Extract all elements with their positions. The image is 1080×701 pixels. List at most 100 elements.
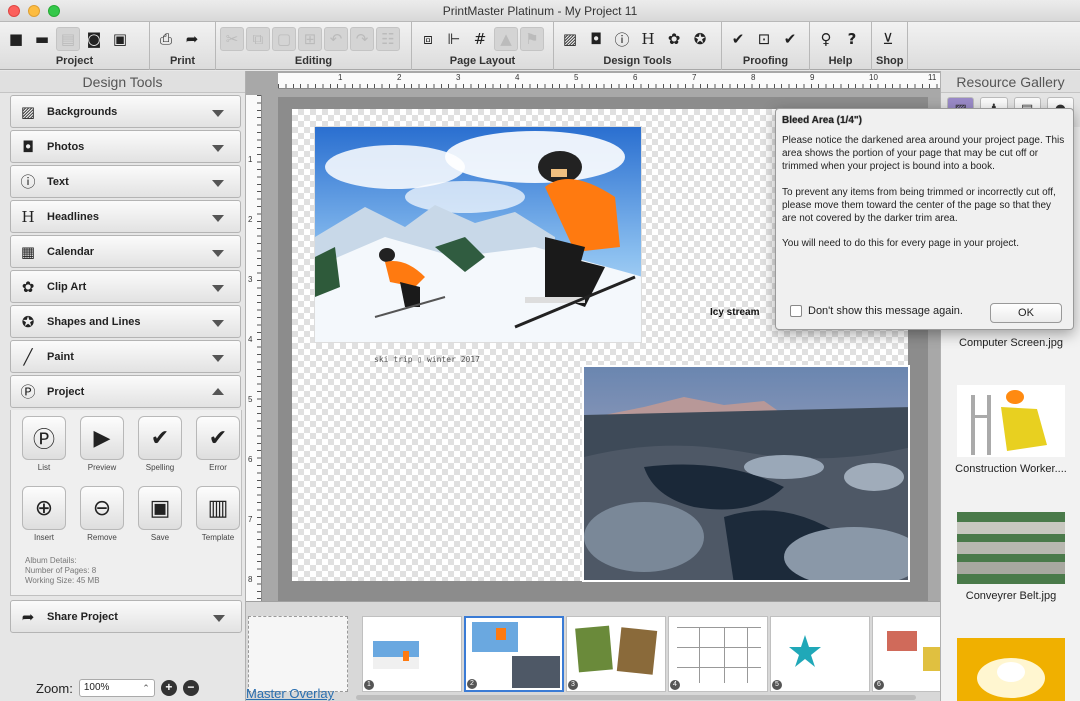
gallery-thumb-food [957,638,1065,701]
section-calendar[interactable]: ▦ Calendar [10,235,241,268]
align-icon[interactable]: ▲ [494,27,518,51]
preview-button[interactable]: ▶ Preview [79,416,125,472]
new-page-icon[interactable]: ■ [4,27,28,51]
section-share-project[interactable]: ➦ Share Project [10,600,242,633]
zoom-window-button[interactable] [48,5,60,17]
copy-icon[interactable]: ⧉ [246,27,270,51]
headline-icon: H [21,207,35,226]
lightbulb-icon[interactable]: ♀ [814,27,838,51]
section-shapes-and-lines[interactable]: ✪ Shapes and Lines [10,305,241,338]
page-thumb-selected[interactable]: 2 [464,616,564,692]
gallery-item[interactable]: Computer Screen.jpg [949,337,1073,349]
document-icon[interactable]: ▣ [108,27,132,51]
printer-icon[interactable]: ⎙ [154,27,178,51]
photo-caption-stream[interactable]: Icy stream [710,307,759,318]
toolbar-label-proofing: Proofing [742,55,789,67]
text-frame-icon[interactable]: ⊩ [442,27,466,51]
dialog-title: Bleed Area (1/4") [782,115,862,126]
resource-gallery-title: Resource Gallery [941,71,1080,93]
redo-icon[interactable]: ↷ [350,27,374,51]
section-label: Headlines [47,210,99,223]
zoom-out-button[interactable]: − [182,680,199,696]
page-thumb[interactable]: 4 [668,616,768,692]
ski-photo[interactable] [314,126,642,343]
close-window-button[interactable] [8,5,20,17]
camera-box-icon[interactable]: ◙ [82,27,106,51]
ruler-number: 6 [248,455,253,464]
list-button[interactable]: Ⓟ List [21,416,67,472]
section-photos[interactable]: ◘ Photos [10,130,241,163]
headline-icon[interactable]: H [636,27,660,51]
section-label: Backgrounds [47,105,118,118]
spelling-button[interactable]: ✔ Spelling [137,416,183,472]
ok-button[interactable]: OK [990,303,1062,323]
save-button[interactable]: ▣ Save [137,486,183,542]
layers-icon[interactable]: ⧈ [416,27,440,51]
open-folder-icon[interactable]: ▬ [30,27,54,51]
page-number-badge: 1 [364,680,374,690]
section-text[interactable]: ⓘ Text [10,165,241,198]
duplicate-icon[interactable]: ⊞ [298,27,322,51]
template-button[interactable]: ▥ Template [195,486,241,542]
zoom-select[interactable]: 100% [78,679,155,697]
gallery-item[interactable] [949,638,1073,701]
question-icon[interactable]: ? [840,27,864,51]
toolbar-label-design-tools: Design Tools [603,55,672,67]
photo-caption-ski[interactable]: ski trip ▯ winter 2017 [374,355,480,364]
zoom-in-button[interactable]: + [160,680,177,696]
text-tool-icon: ⓘ [20,173,36,191]
save-page-icon: ▣ [138,486,182,530]
camera-icon[interactable]: ◘ [584,27,608,51]
undo-icon[interactable]: ↶ [324,27,348,51]
shapes-icon[interactable]: ✪ [688,27,712,51]
share-arrow-icon[interactable]: ➦ [180,27,204,51]
project-section-body: Ⓟ List ▶ Preview ✔ Spelling ✔ Error ⊕ In… [10,410,242,596]
page-thumb[interactable]: 3 [566,616,666,692]
gallery-item[interactable]: Construction Worker.... [949,385,1073,475]
section-backgrounds[interactable]: ▨ Backgrounds [10,95,241,128]
master-overlay-thumb[interactable] [248,616,348,692]
ruler-number: 4 [515,73,520,82]
insert-button[interactable]: ⊕ Insert [21,486,67,542]
spellcheck-icon[interactable]: ✔ [726,27,750,51]
section-headlines[interactable]: H Headlines [10,200,241,233]
paint-brush-icon: ╱ [23,347,33,366]
page-thumb[interactable]: 1 [362,616,462,692]
remove-button[interactable]: ⊖ Remove [79,486,125,542]
preview-icon[interactable]: ⊡ [752,27,776,51]
select-all-icon[interactable]: ☷ [376,27,400,51]
master-overlay-link[interactable]: Master Overlay [246,686,334,701]
cart-icon[interactable]: ⊻ [876,27,900,51]
grid-icon[interactable]: # [468,27,492,51]
section-label: Clip Art [47,280,87,293]
template-icon: ▥ [196,486,240,530]
section-paint[interactable]: ╱ Paint [10,340,241,373]
ruler-number: 8 [248,575,253,584]
paste-icon[interactable]: ▢ [272,27,296,51]
stream-photo[interactable] [582,365,910,582]
clipart-icon[interactable]: ✿ [662,27,686,51]
save-disk-icon[interactable]: ▤ [56,27,80,51]
error-check-icon[interactable]: ✔ [778,27,802,51]
gallery-item[interactable]: Conveyrer Belt.jpg [949,512,1073,602]
design-tools-panel: Design Tools ▨ Backgrounds ◘ Photos ⓘ Te… [0,71,246,701]
image-icon[interactable]: ▨ [558,27,582,51]
main-toolbar: ■ ▬ ▤ ◙ ▣ Project ⎙ ➦ Print ✂ ⧉ ▢ ⊞ ↶ ↷ … [0,22,1080,70]
section-project[interactable]: Ⓟ Project [10,375,241,408]
page-thumb[interactable]: 5 [770,616,870,692]
section-label: Shapes and Lines [47,315,141,328]
dont-show-again-checkbox[interactable] [790,305,802,317]
text-tool-icon[interactable]: ⓘ [610,27,634,51]
zoom-control: Zoom: 100% + − [36,679,199,697]
list-p-icon: Ⓟ [22,416,66,460]
section-clip-art[interactable]: ✿ Clip Art [10,270,241,303]
flag-icon[interactable]: ⚑ [520,27,544,51]
design-tools-title: Design Tools [0,71,245,93]
error-button[interactable]: ✔ Error [195,416,241,472]
ruler-number: 7 [248,515,253,524]
cut-icon[interactable]: ✂ [220,27,244,51]
minimize-window-button[interactable] [28,5,40,17]
thumbnail-scrollbar[interactable] [356,695,916,700]
toolbar-label-page-layout: Page Layout [449,55,516,67]
page-thumb[interactable]: 6 [872,616,940,692]
